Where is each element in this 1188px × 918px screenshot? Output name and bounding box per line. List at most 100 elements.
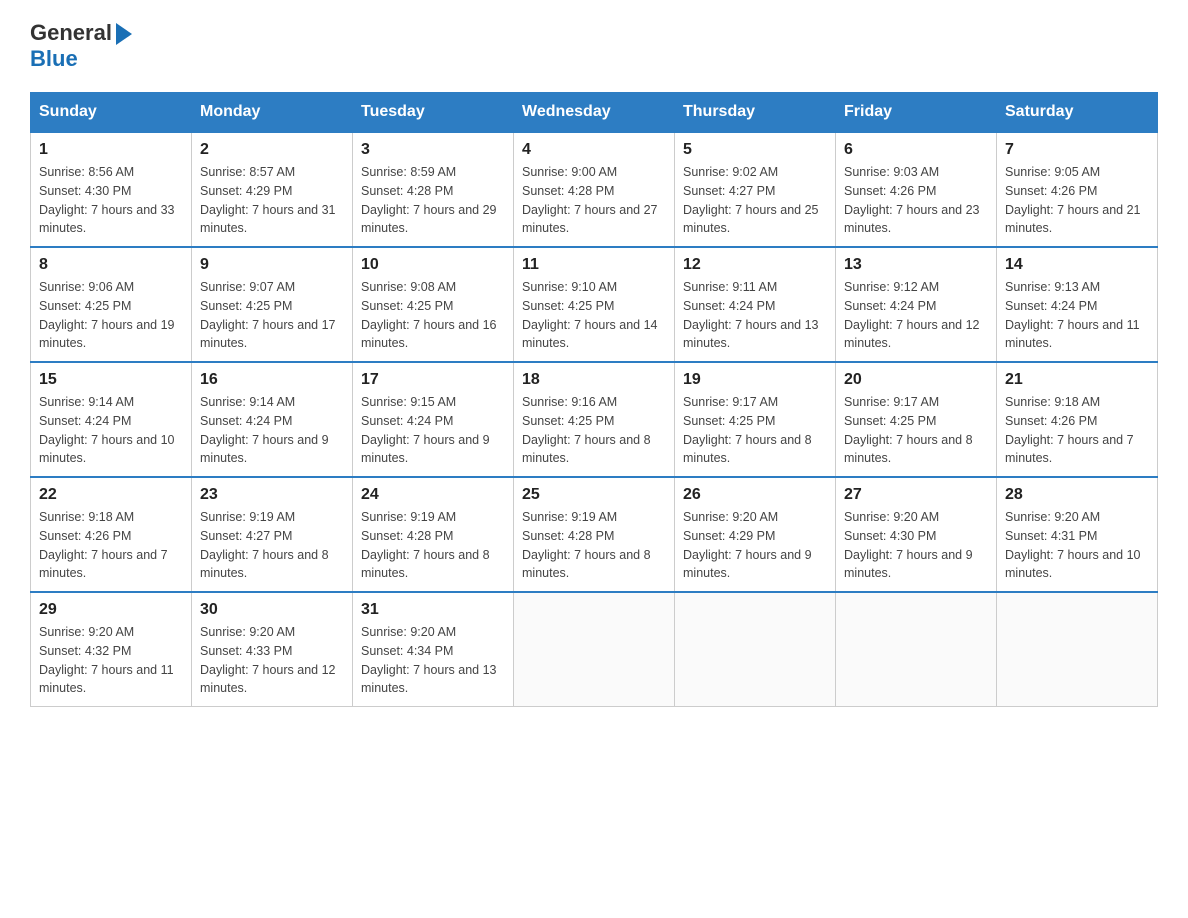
calendar-cell: [514, 592, 675, 707]
day-number: 29: [39, 601, 183, 619]
logo-general-text: General: [30, 20, 112, 46]
calendar-cell: 13 Sunrise: 9:12 AMSunset: 4:24 PMDaylig…: [836, 247, 997, 362]
day-number: 30: [200, 601, 344, 619]
day-number: 1: [39, 141, 183, 159]
day-number: 24: [361, 486, 505, 504]
day-number: 20: [844, 371, 988, 389]
calendar-week-row: 29 Sunrise: 9:20 AMSunset: 4:32 PMDaylig…: [31, 592, 1158, 707]
calendar-cell: 25 Sunrise: 9:19 AMSunset: 4:28 PMDaylig…: [514, 477, 675, 592]
day-number: 21: [1005, 371, 1149, 389]
calendar-cell: 28 Sunrise: 9:20 AMSunset: 4:31 PMDaylig…: [997, 477, 1158, 592]
calendar-week-row: 22 Sunrise: 9:18 AMSunset: 4:26 PMDaylig…: [31, 477, 1158, 592]
day-info: Sunrise: 9:19 AMSunset: 4:28 PMDaylight:…: [522, 510, 651, 580]
calendar-cell: [997, 592, 1158, 707]
calendar-cell: 10 Sunrise: 9:08 AMSunset: 4:25 PMDaylig…: [353, 247, 514, 362]
header-day-saturday: Saturday: [997, 93, 1158, 133]
calendar-cell: 22 Sunrise: 9:18 AMSunset: 4:26 PMDaylig…: [31, 477, 192, 592]
calendar-cell: 5 Sunrise: 9:02 AMSunset: 4:27 PMDayligh…: [675, 132, 836, 247]
day-info: Sunrise: 9:08 AMSunset: 4:25 PMDaylight:…: [361, 280, 497, 350]
day-number: 8: [39, 256, 183, 274]
day-number: 22: [39, 486, 183, 504]
day-number: 7: [1005, 141, 1149, 159]
day-number: 23: [200, 486, 344, 504]
calendar-cell: 27 Sunrise: 9:20 AMSunset: 4:30 PMDaylig…: [836, 477, 997, 592]
calendar-cell: 24 Sunrise: 9:19 AMSunset: 4:28 PMDaylig…: [353, 477, 514, 592]
calendar-table: SundayMondayTuesdayWednesdayThursdayFrid…: [30, 92, 1158, 707]
calendar-cell: 19 Sunrise: 9:17 AMSunset: 4:25 PMDaylig…: [675, 362, 836, 477]
day-number: 6: [844, 141, 988, 159]
day-number: 4: [522, 141, 666, 159]
calendar-cell: 12 Sunrise: 9:11 AMSunset: 4:24 PMDaylig…: [675, 247, 836, 362]
day-number: 19: [683, 371, 827, 389]
day-info: Sunrise: 9:07 AMSunset: 4:25 PMDaylight:…: [200, 280, 336, 350]
calendar-cell: 21 Sunrise: 9:18 AMSunset: 4:26 PMDaylig…: [997, 362, 1158, 477]
day-info: Sunrise: 9:11 AMSunset: 4:24 PMDaylight:…: [683, 280, 819, 350]
day-number: 18: [522, 371, 666, 389]
header-day-tuesday: Tuesday: [353, 93, 514, 133]
calendar-cell: 2 Sunrise: 8:57 AMSunset: 4:29 PMDayligh…: [192, 132, 353, 247]
calendar-cell: 17 Sunrise: 9:15 AMSunset: 4:24 PMDaylig…: [353, 362, 514, 477]
day-number: 15: [39, 371, 183, 389]
calendar-cell: 14 Sunrise: 9:13 AMSunset: 4:24 PMDaylig…: [997, 247, 1158, 362]
day-number: 14: [1005, 256, 1149, 274]
calendar-cell: 20 Sunrise: 9:17 AMSunset: 4:25 PMDaylig…: [836, 362, 997, 477]
day-info: Sunrise: 9:20 AMSunset: 4:30 PMDaylight:…: [844, 510, 973, 580]
calendar-cell: 8 Sunrise: 9:06 AMSunset: 4:25 PMDayligh…: [31, 247, 192, 362]
calendar-cell: 23 Sunrise: 9:19 AMSunset: 4:27 PMDaylig…: [192, 477, 353, 592]
day-info: Sunrise: 9:05 AMSunset: 4:26 PMDaylight:…: [1005, 165, 1141, 235]
calendar-header-row: SundayMondayTuesdayWednesdayThursdayFrid…: [31, 93, 1158, 133]
calendar-cell: 1 Sunrise: 8:56 AMSunset: 4:30 PMDayligh…: [31, 132, 192, 247]
calendar-cell: 9 Sunrise: 9:07 AMSunset: 4:25 PMDayligh…: [192, 247, 353, 362]
day-info: Sunrise: 9:10 AMSunset: 4:25 PMDaylight:…: [522, 280, 658, 350]
day-info: Sunrise: 9:14 AMSunset: 4:24 PMDaylight:…: [200, 395, 329, 465]
day-number: 5: [683, 141, 827, 159]
calendar-cell: 30 Sunrise: 9:20 AMSunset: 4:33 PMDaylig…: [192, 592, 353, 707]
day-info: Sunrise: 9:12 AMSunset: 4:24 PMDaylight:…: [844, 280, 980, 350]
calendar-cell: 26 Sunrise: 9:20 AMSunset: 4:29 PMDaylig…: [675, 477, 836, 592]
day-number: 3: [361, 141, 505, 159]
day-info: Sunrise: 9:20 AMSunset: 4:32 PMDaylight:…: [39, 625, 174, 695]
calendar-cell: 18 Sunrise: 9:16 AMSunset: 4:25 PMDaylig…: [514, 362, 675, 477]
calendar-body: 1 Sunrise: 8:56 AMSunset: 4:30 PMDayligh…: [31, 132, 1158, 707]
header-day-wednesday: Wednesday: [514, 93, 675, 133]
day-number: 13: [844, 256, 988, 274]
calendar-cell: 7 Sunrise: 9:05 AMSunset: 4:26 PMDayligh…: [997, 132, 1158, 247]
day-info: Sunrise: 8:56 AMSunset: 4:30 PMDaylight:…: [39, 165, 175, 235]
day-number: 25: [522, 486, 666, 504]
day-info: Sunrise: 9:14 AMSunset: 4:24 PMDaylight:…: [39, 395, 175, 465]
day-info: Sunrise: 9:17 AMSunset: 4:25 PMDaylight:…: [844, 395, 973, 465]
day-info: Sunrise: 9:20 AMSunset: 4:31 PMDaylight:…: [1005, 510, 1141, 580]
calendar-cell: [675, 592, 836, 707]
day-number: 2: [200, 141, 344, 159]
calendar-cell: 6 Sunrise: 9:03 AMSunset: 4:26 PMDayligh…: [836, 132, 997, 247]
day-info: Sunrise: 9:06 AMSunset: 4:25 PMDaylight:…: [39, 280, 175, 350]
day-info: Sunrise: 9:16 AMSunset: 4:25 PMDaylight:…: [522, 395, 651, 465]
day-number: 31: [361, 601, 505, 619]
day-info: Sunrise: 9:20 AMSunset: 4:33 PMDaylight:…: [200, 625, 336, 695]
calendar-cell: [836, 592, 997, 707]
day-info: Sunrise: 9:13 AMSunset: 4:24 PMDaylight:…: [1005, 280, 1140, 350]
day-number: 10: [361, 256, 505, 274]
logo: General Blue: [30, 20, 132, 72]
day-number: 9: [200, 256, 344, 274]
calendar-cell: 29 Sunrise: 9:20 AMSunset: 4:32 PMDaylig…: [31, 592, 192, 707]
header-day-sunday: Sunday: [31, 93, 192, 133]
day-info: Sunrise: 9:17 AMSunset: 4:25 PMDaylight:…: [683, 395, 812, 465]
header-day-monday: Monday: [192, 93, 353, 133]
logo-blue-text: Blue: [30, 46, 78, 72]
day-info: Sunrise: 9:18 AMSunset: 4:26 PMDaylight:…: [1005, 395, 1134, 465]
calendar-cell: 15 Sunrise: 9:14 AMSunset: 4:24 PMDaylig…: [31, 362, 192, 477]
calendar-cell: 3 Sunrise: 8:59 AMSunset: 4:28 PMDayligh…: [353, 132, 514, 247]
day-info: Sunrise: 8:59 AMSunset: 4:28 PMDaylight:…: [361, 165, 497, 235]
day-number: 17: [361, 371, 505, 389]
calendar-week-row: 8 Sunrise: 9:06 AMSunset: 4:25 PMDayligh…: [31, 247, 1158, 362]
header-day-thursday: Thursday: [675, 93, 836, 133]
day-info: Sunrise: 9:15 AMSunset: 4:24 PMDaylight:…: [361, 395, 490, 465]
day-number: 16: [200, 371, 344, 389]
day-info: Sunrise: 9:20 AMSunset: 4:34 PMDaylight:…: [361, 625, 497, 695]
calendar-week-row: 15 Sunrise: 9:14 AMSunset: 4:24 PMDaylig…: [31, 362, 1158, 477]
day-number: 27: [844, 486, 988, 504]
calendar-cell: 11 Sunrise: 9:10 AMSunset: 4:25 PMDaylig…: [514, 247, 675, 362]
header-day-friday: Friday: [836, 93, 997, 133]
calendar-week-row: 1 Sunrise: 8:56 AMSunset: 4:30 PMDayligh…: [31, 132, 1158, 247]
